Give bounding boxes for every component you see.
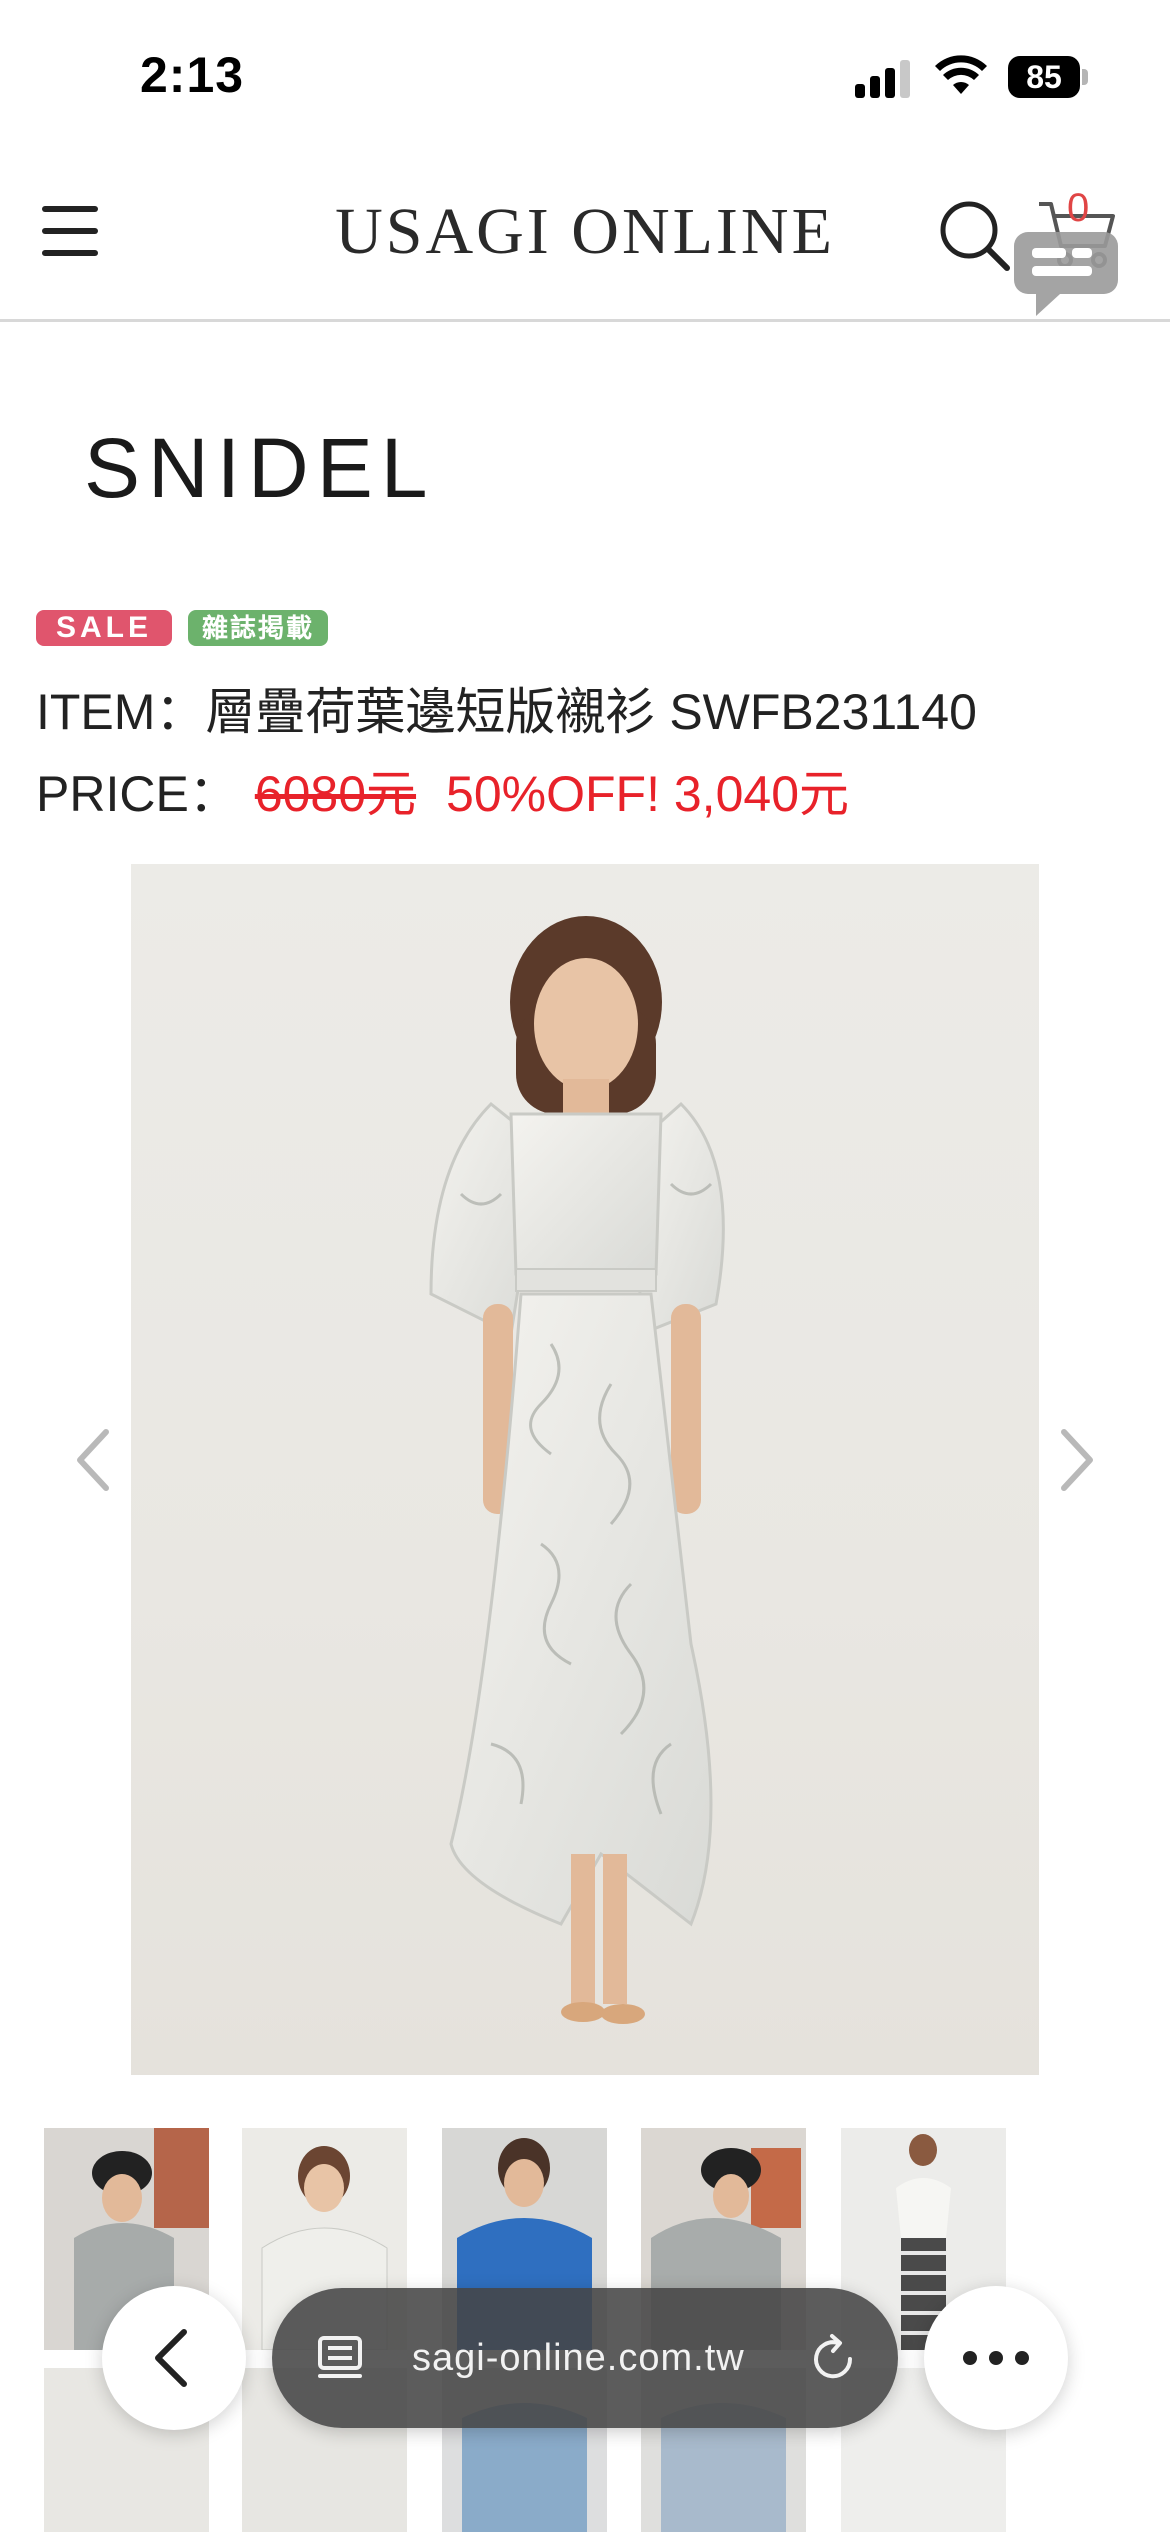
original-price: 6080元	[254, 766, 417, 822]
address-bar[interactable]: sagi-online.com.tw	[272, 2288, 898, 2428]
cellular-signal-icon	[855, 58, 915, 98]
browser-back-button[interactable]	[102, 2286, 246, 2430]
status-bar: 2:13 85	[0, 0, 1170, 150]
wifi-icon	[935, 55, 987, 94]
url-text: sagi-online.com.tw	[412, 2337, 745, 2379]
more-options-button[interactable]	[924, 2286, 1068, 2430]
more-icon	[963, 2351, 1029, 2365]
battery-level: 85	[1008, 56, 1080, 98]
site-header: USAGI ONLINE 0	[0, 150, 1170, 322]
magazine-badge: 雜誌掲載	[188, 610, 328, 646]
chat-bubble-icon[interactable]	[1008, 224, 1130, 324]
model-photo	[429, 916, 725, 2024]
product-main-image[interactable]	[131, 864, 1039, 2075]
sale-badge: SALE	[36, 610, 172, 646]
brand-logo[interactable]: SNIDEL	[84, 420, 435, 517]
chevron-left-icon	[155, 2329, 187, 2387]
chevron-right-icon[interactable]	[1052, 1420, 1102, 1500]
item-label: ITEM：	[36, 684, 206, 740]
battery-icon: 85	[1008, 56, 1088, 98]
price-label: PRICE：	[36, 766, 239, 822]
tabs-icon[interactable]	[316, 2332, 368, 2384]
sale-price: 50%OFF! 3,040元	[446, 766, 850, 822]
reload-icon[interactable]	[806, 2332, 860, 2386]
chevron-left-icon[interactable]	[68, 1420, 118, 1500]
price-line: PRICE： 6080元 50%OFF! 3,040元	[36, 754, 849, 826]
status-time: 2:13	[140, 47, 245, 103]
item-name: 層疊荷葉邊短版襯衫 SWFB231140	[205, 684, 977, 740]
search-icon[interactable]	[935, 196, 1015, 276]
item-line: ITEM：層疊荷葉邊短版襯衫 SWFB231140	[36, 672, 977, 744]
